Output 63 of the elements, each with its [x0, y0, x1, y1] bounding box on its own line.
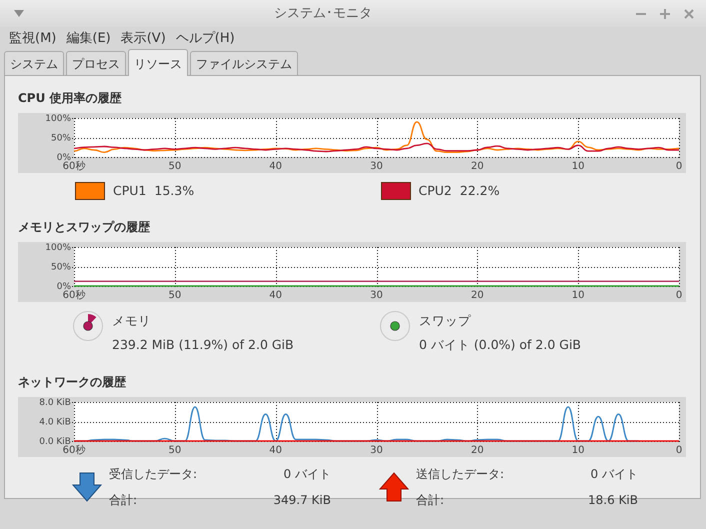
menu-item[interactable]: ヘルプ(H) — [170, 29, 240, 49]
axis-label: 20 — [470, 444, 484, 456]
axis-label: 8.0 KiB — [39, 398, 71, 408]
axis-label: 0 — [676, 161, 682, 172]
axis-label: 60秒 — [62, 290, 86, 301]
stat-value: 0 バイト — [590, 466, 638, 482]
axis-label: 0 — [676, 444, 682, 456]
axis-label: 50% — [50, 134, 71, 144]
axis-label: 30 — [370, 161, 383, 172]
tab[interactable]: プロセス — [66, 51, 126, 75]
stat-value: 0 バイト — [282, 466, 331, 482]
down-arrow-icon — [72, 470, 102, 502]
meter-value: 239.2 MiB (11.9%) of 2.0 GiB — [112, 336, 294, 354]
tab[interactable]: システム — [4, 51, 64, 75]
section-title: CPU 使用率の履歴 — [18, 91, 123, 106]
meter-label: メモリ — [112, 312, 152, 330]
dropdown-icon[interactable] — [14, 10, 24, 17]
axis-label: 0 — [676, 290, 682, 301]
axis-label: 20 — [470, 161, 484, 172]
axis-label: 50 — [168, 161, 182, 172]
axis-label: 30 — [370, 290, 383, 301]
meter-value: 0 バイト (0.0%) of 2.0 GiB — [419, 336, 581, 354]
axis-label: 60秒 — [62, 161, 86, 172]
stat-value: 349.7 KiB — [272, 492, 331, 508]
axis-label: 100% — [45, 243, 71, 253]
axis-label: 40 — [269, 161, 282, 172]
stat-value: 18.6 KiB — [587, 492, 638, 508]
section-title: ネットワークの履歴 — [18, 374, 127, 390]
stat-label: 送信したデータ: — [416, 466, 506, 482]
axis-label: 100% — [45, 114, 71, 124]
axis-label: 10 — [572, 444, 585, 456]
axis-label: 60秒 — [62, 444, 86, 456]
axis-label: 0.0 KiB — [39, 436, 71, 446]
axis-label: 40 — [269, 290, 282, 301]
menu-item[interactable]: 表示(V) — [116, 29, 171, 49]
axis-label: 0% — [56, 153, 71, 163]
axis-label: 10 — [572, 161, 585, 172]
maximize-icon[interactable] — [660, 8, 670, 18]
section-title: メモリとスワップの履歴 — [18, 220, 151, 235]
axis-label: 50% — [50, 262, 71, 272]
axis-label: 30 — [370, 444, 383, 456]
tab[interactable]: リソース — [128, 49, 188, 76]
close-icon[interactable] — [684, 8, 694, 18]
menu-item[interactable]: 編集(E) — [61, 29, 116, 49]
axis-label: 4.0 KiB — [39, 417, 71, 427]
menu-item[interactable]: 監視(M) — [4, 29, 62, 49]
legend-value: 15.3% — [154, 182, 194, 200]
axis-label: 10 — [572, 290, 585, 301]
legend-value: 22.2% — [460, 182, 500, 200]
tab[interactable]: ファイルシステム — [190, 51, 298, 75]
legend-label: CPU1 — [113, 182, 146, 200]
axis-label: 20 — [470, 290, 484, 301]
axis-label: 0% — [56, 282, 71, 292]
up-arrow-icon — [379, 470, 409, 502]
axis-label: 50 — [168, 290, 182, 301]
window-title: システム･モニタ — [273, 4, 373, 23]
meter-label: スワップ — [419, 312, 472, 330]
stat-label: 合計: — [416, 492, 446, 508]
axis-label: 50 — [168, 444, 182, 456]
stat-label: 合計: — [109, 492, 138, 508]
legend-label: CPU2 — [418, 182, 452, 200]
axis-label: 40 — [269, 444, 282, 456]
stat-label: 受信したデータ: — [109, 466, 198, 482]
